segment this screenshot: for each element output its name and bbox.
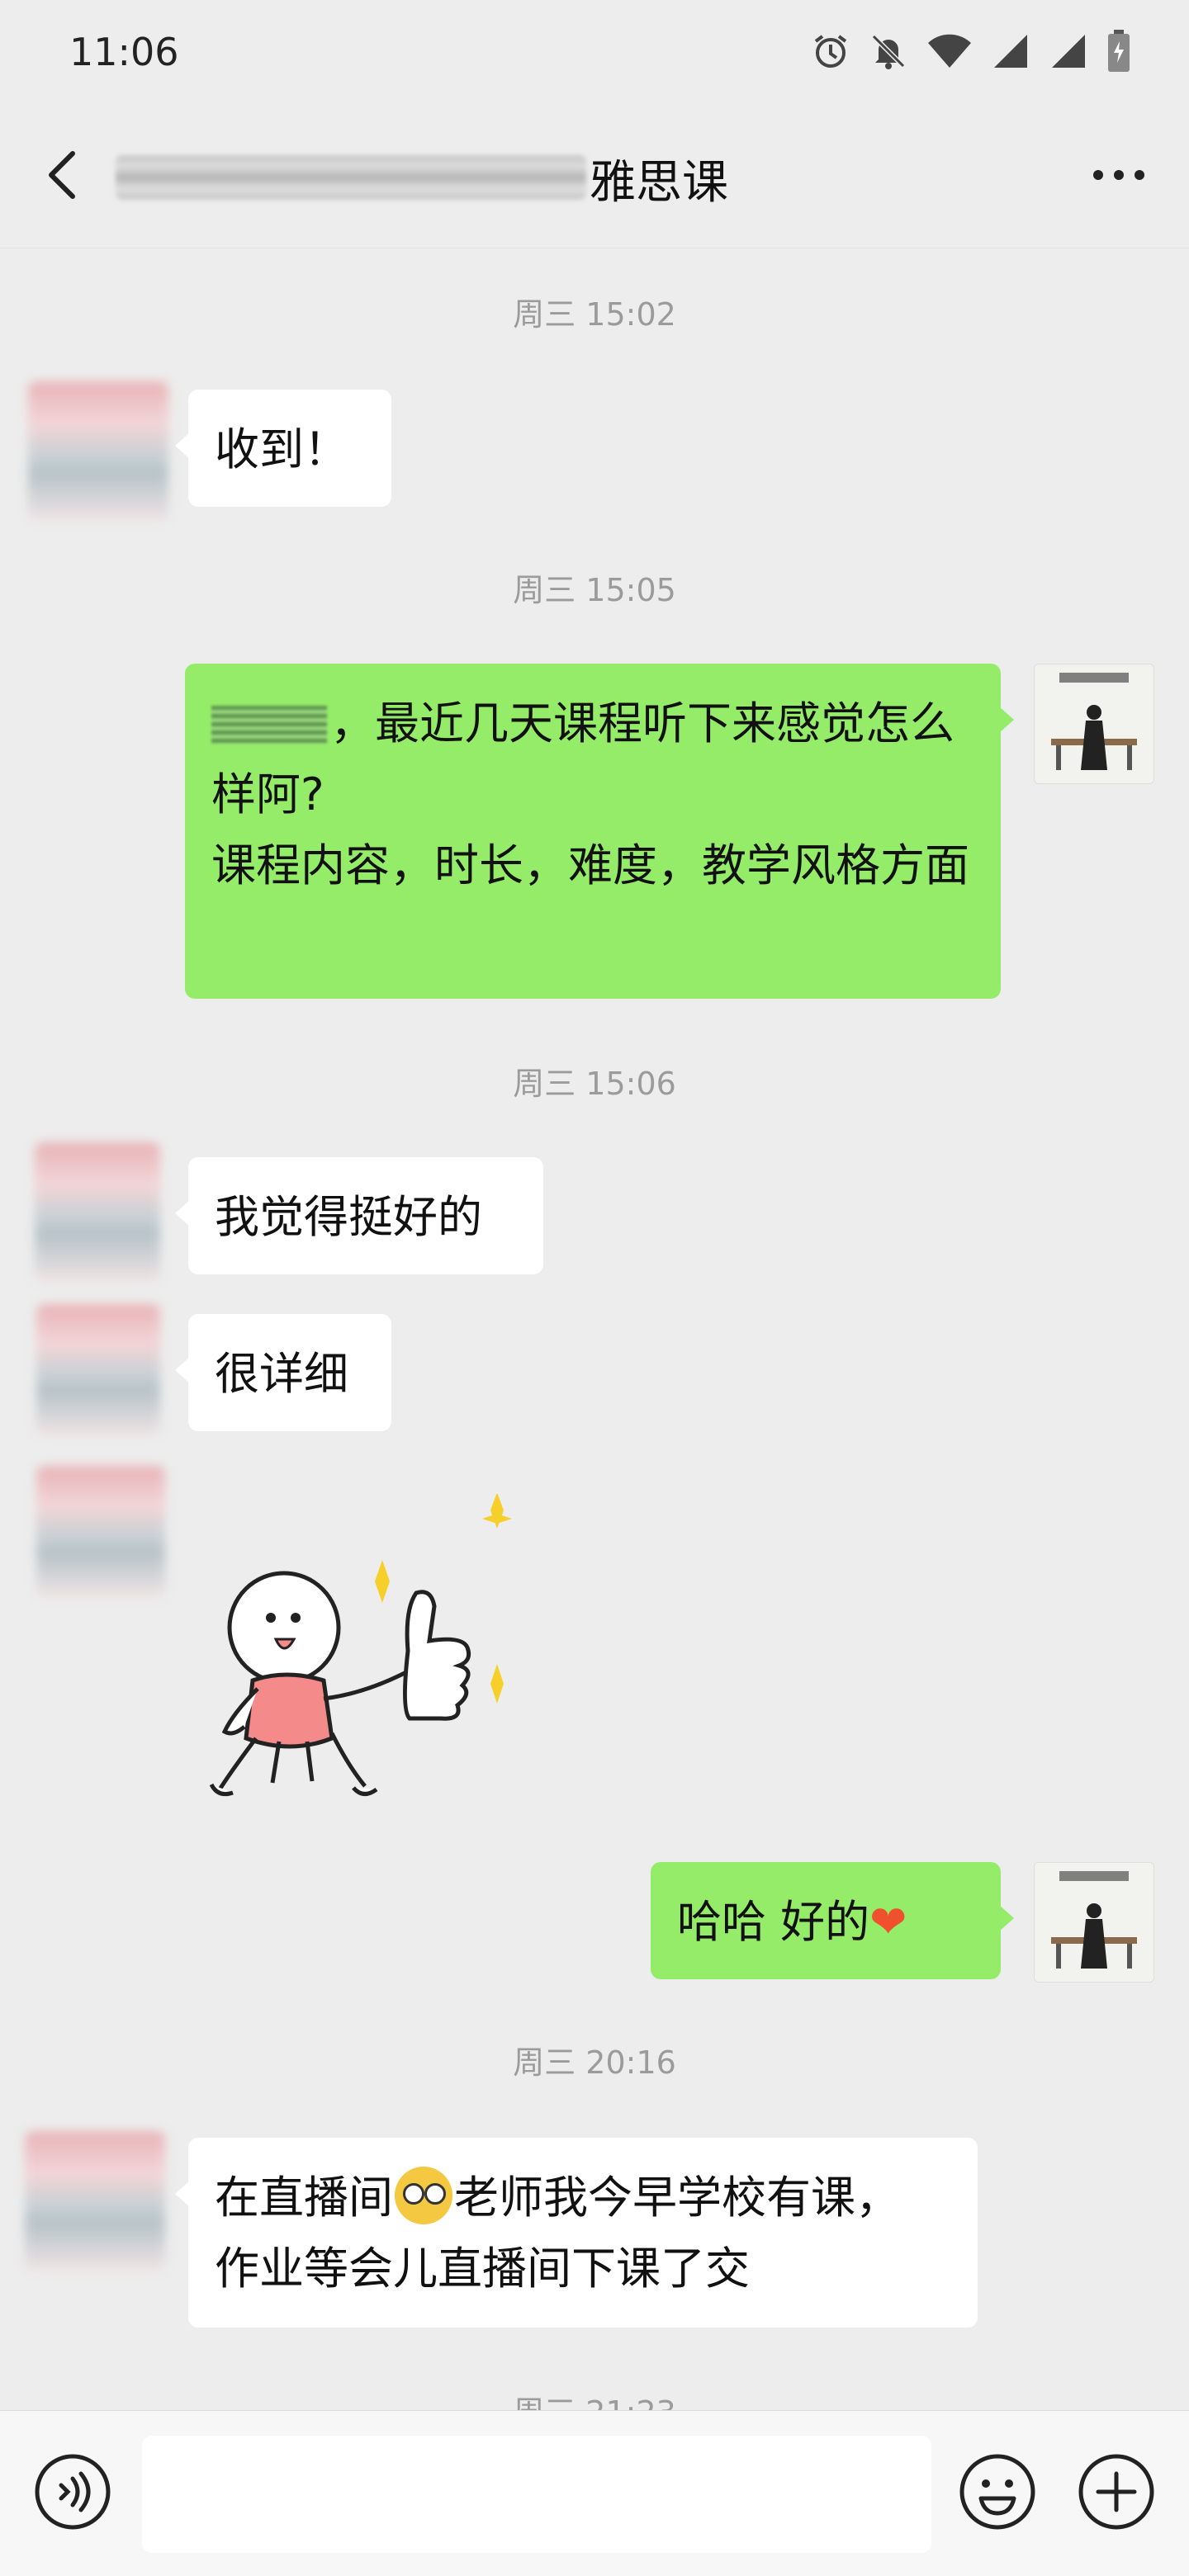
more-button[interactable] <box>1082 142 1156 208</box>
message-text: 收到！ <box>215 423 348 475</box>
mute-icon <box>869 31 908 71</box>
status-time: 11:06 <box>69 30 179 74</box>
message-text: 哈哈 好的 <box>677 1896 870 1948</box>
wifi-icon <box>926 31 973 71</box>
message-bubble[interactable]: 收到！ <box>175 390 391 507</box>
emoji-icon <box>959 2454 1035 2530</box>
message-input[interactable] <box>142 2436 931 2553</box>
message-text: 我觉得挺好的 <box>215 1191 482 1243</box>
message-bubble[interactable]: 很详细 <box>175 1314 391 1431</box>
redacted-title <box>116 155 586 200</box>
status-bar: 11:06 <box>0 0 1189 107</box>
thumbs-up-sticker[interactable] <box>192 1492 538 1808</box>
chevron-left-icon <box>49 151 75 199</box>
battery-icon <box>1106 30 1131 73</box>
message-text: 课程内容，时长，难度，教学风格方面 <box>211 839 969 891</box>
thinking-emoji-icon <box>395 2167 452 2224</box>
alarm-icon <box>811 31 850 71</box>
signal-icon <box>991 31 1030 71</box>
message-text: 很详细 <box>215 1348 348 1400</box>
heart-icon: ❤ <box>869 1896 907 1948</box>
message-bubble[interactable]: 在直播间 老师我今早学校有课， 作业等会儿直播间下课了交 <box>175 2138 978 2328</box>
emoji-button[interactable] <box>958 2452 1037 2531</box>
redacted-name <box>211 706 327 744</box>
timestamp: 周三 15:02 <box>513 296 676 333</box>
status-icons <box>811 30 1131 73</box>
chat-header: 雅思课 <box>0 107 1189 248</box>
back-button[interactable] <box>33 142 99 208</box>
avatar[interactable] <box>28 381 168 522</box>
voice-icon <box>35 2454 111 2530</box>
signal-icon <box>1049 31 1088 71</box>
message-text: 作业等会儿直播间下课了交 <box>215 2243 750 2295</box>
avatar[interactable] <box>35 1142 160 1283</box>
chat-title: 雅思课 <box>590 156 728 210</box>
message-text: 在直播间 <box>215 2172 393 2224</box>
my-avatar[interactable] <box>1034 1862 1154 1983</box>
input-bar <box>0 2410 1189 2576</box>
avatar[interactable] <box>36 1466 165 1598</box>
more-icon <box>1093 170 1144 180</box>
avatar[interactable] <box>36 1304 160 1436</box>
timestamp: 周三 20:16 <box>513 2044 676 2081</box>
timestamp: 周三 15:05 <box>513 572 676 608</box>
avatar[interactable] <box>25 2131 165 2271</box>
plus-button[interactable] <box>1077 2452 1156 2531</box>
plus-icon <box>1078 2454 1154 2530</box>
message-bubble[interactable]: 我觉得挺好的 <box>175 1157 543 1274</box>
timestamp: 周三 21:23 <box>0 2387 1189 2410</box>
my-avatar[interactable] <box>1034 664 1154 784</box>
message-bubble[interactable]: ，最近几天课程听下来感觉怎么样阿? 课程内容，时长，难度，教学风格方面 <box>185 664 1014 999</box>
message-bubble[interactable]: 哈哈 好的❤ <box>651 1862 1014 1979</box>
message-text: 老师我今早学校有课， <box>454 2172 900 2224</box>
voice-button[interactable] <box>33 2452 112 2531</box>
timestamp: 周三 15:06 <box>513 1066 676 1102</box>
